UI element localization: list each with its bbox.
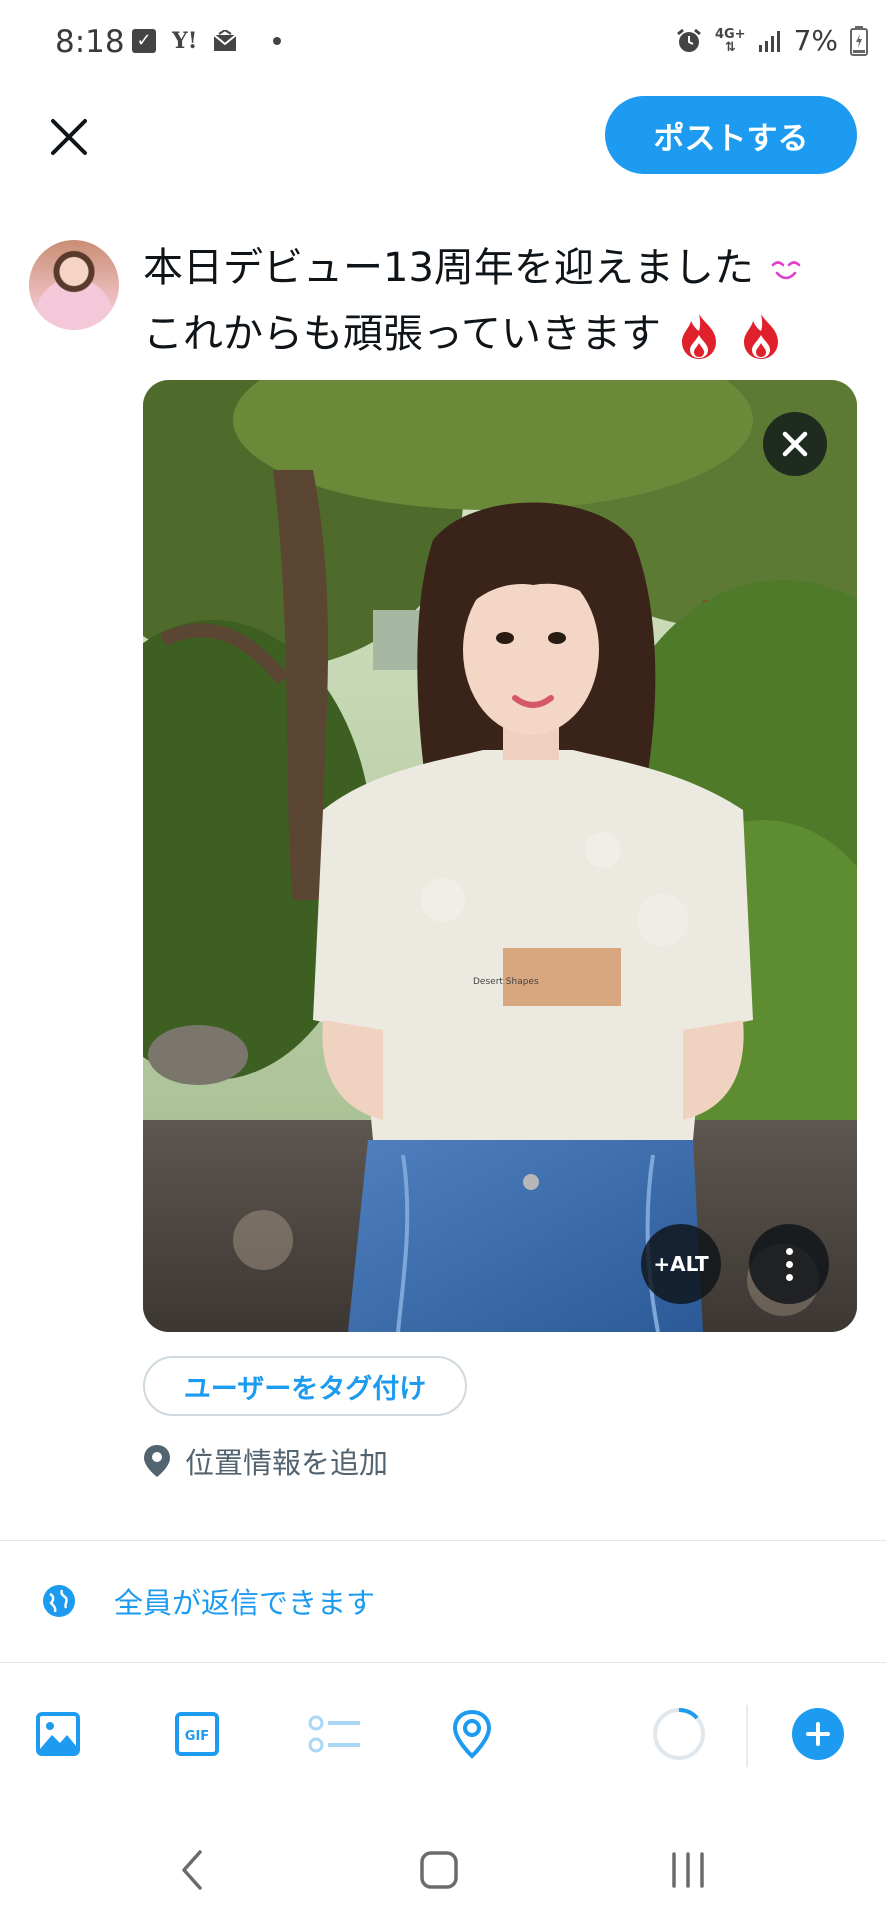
signal-icon	[758, 30, 780, 52]
tweet-text-line2: これからも頑張っていきます	[143, 311, 661, 357]
recents-icon	[672, 1852, 704, 1888]
more-dot-icon	[785, 1273, 793, 1281]
compose-toolbar: GIF	[0, 1700, 886, 1766]
divider	[0, 1662, 886, 1663]
tweet-line-1: 本日デビュー13周年を迎えました	[143, 235, 863, 301]
post-button[interactable]: ポストする	[605, 96, 857, 174]
more-dot-icon	[785, 1260, 793, 1268]
nav-recents-button[interactable]	[648, 1840, 728, 1900]
poll-icon	[308, 1715, 360, 1753]
close-icon	[782, 431, 808, 457]
status-notification-icons: ✓ Y!	[132, 28, 282, 54]
tweet-text-area[interactable]: 本日デビュー13周年を迎えました これからも頑張っていきます	[143, 235, 863, 367]
tweet-text-line1: 本日デビュー13周年を迎えました	[143, 245, 754, 291]
more-options-button[interactable]	[749, 1224, 829, 1304]
toolbar-separator	[746, 1705, 748, 1767]
close-button[interactable]	[42, 110, 96, 164]
svg-text:GIF: GIF	[185, 1729, 209, 1744]
reply-setting-row[interactable]: 全員が返信できます	[42, 1580, 375, 1622]
add-thread-button[interactable]	[792, 1708, 844, 1760]
image-icon	[36, 1712, 80, 1756]
shirt-print-text: Desert Shapes	[473, 977, 539, 987]
system-nav-bar	[0, 1820, 886, 1920]
add-gif-button[interactable]: GIF	[171, 1708, 223, 1760]
globe-icon	[43, 1585, 75, 1617]
add-poll-button[interactable]	[308, 1708, 362, 1760]
back-icon	[182, 1850, 202, 1890]
gif-icon: GIF	[175, 1712, 219, 1756]
location-label: 位置情報を追加	[185, 1446, 389, 1480]
status-system-icons: 4G+ ⇅ 7%	[675, 24, 868, 57]
nav-home-button[interactable]	[399, 1840, 479, 1900]
location-pin-icon	[144, 1445, 170, 1477]
smiling-face-emoji-icon	[771, 261, 800, 280]
network-icon: 4G+ ⇅	[715, 28, 746, 54]
add-location-button[interactable]	[446, 1708, 498, 1760]
add-image-button[interactable]	[32, 1708, 84, 1760]
yahoo-icon: Y!	[172, 28, 198, 54]
add-alt-text-button[interactable]: +ALT	[641, 1224, 721, 1304]
add-icon	[806, 1722, 830, 1746]
battery-percent: 7%	[793, 24, 838, 57]
status-time: 8:18	[55, 24, 125, 60]
fire-emoji-icon	[681, 314, 716, 359]
character-progress-ring	[651, 1706, 707, 1762]
fire-emoji-icon-2	[744, 314, 779, 359]
location-icon	[452, 1709, 492, 1759]
battery-icon	[850, 25, 868, 56]
alarm-icon	[677, 28, 701, 52]
mail-icon	[213, 30, 238, 51]
remove-photo-button[interactable]	[763, 412, 827, 476]
dot-icon	[273, 37, 282, 45]
avatar[interactable]	[29, 240, 119, 330]
home-icon	[420, 1851, 458, 1889]
reply-setting-label: 全員が返信できます	[114, 1586, 376, 1620]
attached-photo[interactable]: Desert Shapes +ALT	[143, 380, 857, 1332]
add-location-row[interactable]: 位置情報を追加	[143, 1440, 388, 1482]
network-arrows: ⇅	[724, 39, 736, 55]
tweet-line-2: これからも頑張っていきます	[143, 301, 863, 367]
status-bar: 8:18 ✓ Y! 4G+ ⇅ 7%	[0, 0, 886, 90]
close-icon	[51, 119, 87, 155]
tag-users-button[interactable]: ユーザーをタグ付け	[143, 1356, 467, 1416]
photo-image: Desert Shapes	[143, 380, 857, 1332]
nav-back-button[interactable]	[152, 1840, 232, 1900]
checkbox-icon: ✓	[132, 29, 156, 53]
more-dot-icon	[785, 1247, 793, 1255]
network-label: 4G+	[714, 26, 746, 42]
progress-ring	[653, 1707, 705, 1760]
divider	[0, 1540, 886, 1541]
